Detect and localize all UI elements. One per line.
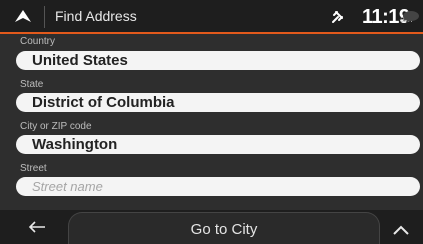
- country-field[interactable]: United States: [16, 51, 420, 70]
- satellite-icon: [332, 11, 343, 23]
- page-title: Find Address: [55, 8, 137, 24]
- state-label: State: [20, 79, 44, 90]
- street-label: Street: [20, 163, 47, 174]
- chevron-up-icon[interactable]: [393, 225, 409, 235]
- state-field[interactable]: District of Columbia: [16, 93, 420, 112]
- city-label: City or ZIP code: [20, 121, 92, 132]
- header-divider: [44, 6, 45, 28]
- speech-bubble-icon[interactable]: [402, 10, 420, 24]
- go-to-city-label: Go to City: [190, 221, 258, 238]
- top-bar: Find Address 11:19 am: [0, 0, 423, 34]
- left-arrow-icon[interactable]: [28, 221, 46, 233]
- country-label: Country: [20, 36, 56, 47]
- street-field[interactable]: Street name: [16, 177, 420, 196]
- go-to-city-button[interactable]: Go to City: [68, 212, 380, 244]
- up-arrow-icon[interactable]: [14, 9, 32, 23]
- city-field[interactable]: Washington: [16, 135, 420, 154]
